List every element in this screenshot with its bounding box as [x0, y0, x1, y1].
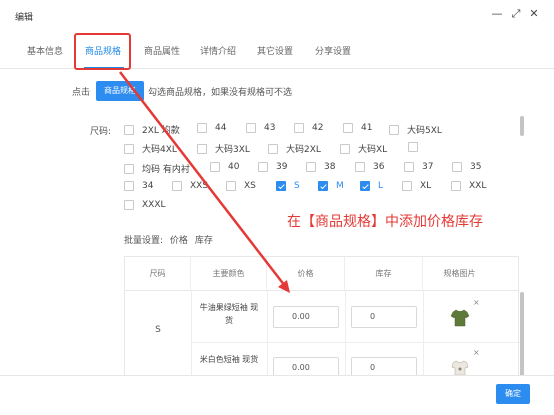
dialog-footer: 确定	[0, 375, 554, 415]
annotation-arrow	[119, 71, 290, 293]
confirm-button[interactable]: 确定	[496, 384, 530, 404]
annotation-text: 在【商品规格】中添加价格库存	[287, 214, 483, 230]
